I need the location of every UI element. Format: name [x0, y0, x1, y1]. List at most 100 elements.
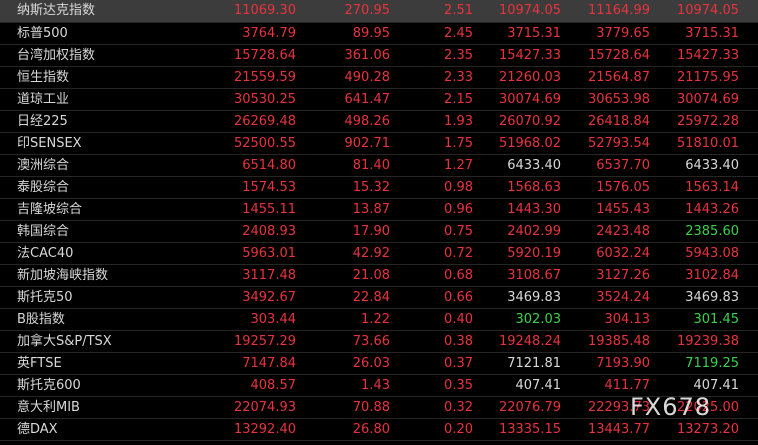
cell-pct: 0.96 — [444, 201, 473, 217]
table-row[interactable]: 德DAX 13292.40 26.80 0.20 13335.15 13443.77 132… — [0, 418, 758, 440]
index-name: 台湾加权指数 — [17, 47, 96, 63]
cell-open: 2402.99 — [507, 223, 561, 239]
cell-change: 13.87 — [352, 201, 390, 217]
cell-last: 7147.84 — [242, 355, 296, 371]
cell-low: 1443.26 — [685, 201, 739, 217]
cell-high: 52793.54 — [587, 135, 650, 151]
cell-high: 7193.90 — [596, 355, 650, 371]
index-name: 吉隆坡综合 — [17, 201, 83, 217]
cell-pct: 2.15 — [444, 91, 473, 107]
table-row[interactable]: 韩国综合 2408.93 17.90 0.75 2402.99 2423.48 2385.6… — [0, 220, 758, 242]
cell-open: 6433.40 — [507, 157, 561, 173]
cell-last: 5963.01 — [242, 245, 296, 261]
cell-low: 3715.31 — [685, 25, 739, 41]
table-row[interactable]: 法CAC40 5963.01 42.92 0.72 5920.19 6032.24 5943… — [0, 242, 758, 264]
cell-last: 408.57 — [250, 377, 297, 393]
cell-open: 21260.03 — [498, 69, 561, 85]
table-row[interactable]: 加拿大S&P/TSX 19257.29 73.66 0.38 19248.24 19385… — [0, 330, 758, 352]
cell-low: 301.45 — [693, 311, 740, 327]
cell-low: 13273.20 — [676, 421, 739, 437]
cell-pct: 0.38 — [444, 333, 473, 349]
cell-pct: 2.35 — [444, 47, 473, 63]
cell-open: 3108.67 — [507, 267, 561, 283]
cell-change: 490.28 — [344, 69, 391, 85]
cell-high: 3127.26 — [596, 267, 650, 283]
index-name: 斯托克50 — [17, 289, 73, 305]
cell-change: 361.06 — [344, 47, 391, 63]
table-row[interactable]: 道琼工业 30530.25 641.47 2.15 30074.69 30653.98 30… — [0, 88, 758, 110]
cell-pct: 0.20 — [444, 421, 473, 437]
index-name: 斯托克600 — [17, 377, 81, 393]
index-name: 日经225 — [17, 113, 68, 129]
table-row[interactable]: 恒生指数 21559.59 490.28 2.33 21260.03 21564.87 21… — [0, 66, 758, 88]
table-row[interactable]: 日经225 26269.48 498.26 1.93 26070.92 26418.84 2… — [0, 110, 758, 132]
cell-low: 10974.05 — [676, 3, 739, 19]
cell-open: 10974.05 — [498, 3, 561, 19]
cell-open: 51968.02 — [498, 135, 561, 151]
cell-high: 15728.64 — [587, 47, 650, 63]
table-row[interactable]: 新加坡海峡指数 3117.48 21.08 0.68 3108.67 3127.26 310… — [0, 264, 758, 286]
cell-last: 2408.93 — [242, 223, 296, 239]
index-name: 新加坡海峡指数 — [17, 267, 109, 283]
cell-high: 3524.24 — [596, 289, 650, 305]
cell-last: 22074.93 — [233, 399, 296, 415]
cell-change: 270.95 — [344, 3, 391, 19]
cell-open: 3469.83 — [507, 289, 561, 305]
cell-last: 1574.53 — [242, 179, 296, 195]
cell-change: 498.26 — [344, 113, 391, 129]
cell-pct: 2.45 — [444, 25, 473, 41]
table-row[interactable]: 英FTSE 7147.84 26.03 0.37 7121.81 7193.90 7119.… — [0, 352, 758, 374]
cell-last: 13292.40 — [233, 421, 296, 437]
cell-pct: 0.37 — [444, 355, 473, 371]
cell-change: 73.66 — [352, 333, 390, 349]
cell-pct: 2.51 — [444, 3, 473, 19]
cell-open: 5920.19 — [507, 245, 561, 261]
table-row[interactable]: 纳斯达克指数 11069.30 270.95 2.51 10974.05 11164.99… — [0, 0, 758, 22]
index-name: 纳斯达克指数 — [17, 3, 96, 19]
index-name: 德DAX — [17, 421, 58, 437]
index-name: 法CAC40 — [17, 245, 74, 261]
table-row[interactable]: 吉隆坡综合 1455.11 13.87 0.96 1443.30 1455.43 1443.… — [0, 198, 758, 220]
cell-last: 3117.48 — [242, 267, 296, 283]
cell-change: 26.80 — [352, 421, 390, 437]
cell-change: 81.40 — [352, 157, 390, 173]
table-row[interactable]: 斯托克50 3492.67 22.84 0.66 3469.83 3524.24 3469.… — [0, 286, 758, 308]
cell-last: 11069.30 — [233, 3, 296, 19]
cell-low: 7119.25 — [685, 355, 739, 371]
table-row[interactable]: B股指数 303.44 1.22 0.40 302.03 304.13 301.45 — [0, 308, 758, 330]
table-row[interactable]: 泰股综合 1574.53 15.32 0.98 1568.63 1576.05 1563.1… — [0, 176, 758, 198]
table-row[interactable]: 标普500 3764.79 89.95 2.45 3715.31 3779.65 3715.… — [0, 22, 758, 44]
cell-high: 13443.77 — [587, 421, 650, 437]
index-name: 标普500 — [17, 25, 68, 41]
cell-last: 303.44 — [250, 311, 297, 327]
cell-last: 21559.59 — [233, 69, 296, 85]
table-row[interactable]: 澳洲综合 6514.80 81.40 1.27 6433.40 6537.70 6433.4… — [0, 154, 758, 176]
cell-low: 3469.83 — [685, 289, 739, 305]
cell-last: 52500.55 — [233, 135, 296, 151]
cell-change: 17.90 — [352, 223, 390, 239]
index-name: 加拿大S&P/TSX — [17, 333, 112, 349]
cell-low: 5943.08 — [685, 245, 739, 261]
table-row[interactable]: 印SENSEX 52500.55 902.71 1.75 51968.02 52793.5… — [0, 132, 758, 154]
cell-change: 22.84 — [352, 289, 390, 305]
cell-high: 6537.70 — [596, 157, 650, 173]
index-name: 印SENSEX — [17, 135, 82, 151]
cell-high: 1576.05 — [596, 179, 650, 195]
cell-high: 30653.98 — [587, 91, 650, 107]
cell-last: 15728.64 — [233, 47, 296, 63]
cell-low: 1563.14 — [685, 179, 739, 195]
cell-last: 3492.67 — [242, 289, 296, 305]
cell-change: 21.08 — [352, 267, 390, 283]
cell-pct: 1.27 — [444, 157, 473, 173]
index-name: 澳洲综合 — [17, 157, 70, 173]
cell-high: 26418.84 — [587, 113, 650, 129]
cell-pct: 0.35 — [444, 377, 473, 393]
table-row[interactable]: 台湾加权指数 15728.64 361.06 2.35 15427.33 15728.64… — [0, 44, 758, 66]
cell-last: 19257.29 — [233, 333, 296, 349]
cell-pct: 0.40 — [444, 311, 473, 327]
index-name: 意大利MIB — [17, 399, 80, 415]
cell-last: 30530.25 — [233, 91, 296, 107]
cell-low: 15427.33 — [676, 47, 739, 63]
cell-open: 15427.33 — [498, 47, 561, 63]
cell-last: 6514.80 — [242, 157, 296, 173]
